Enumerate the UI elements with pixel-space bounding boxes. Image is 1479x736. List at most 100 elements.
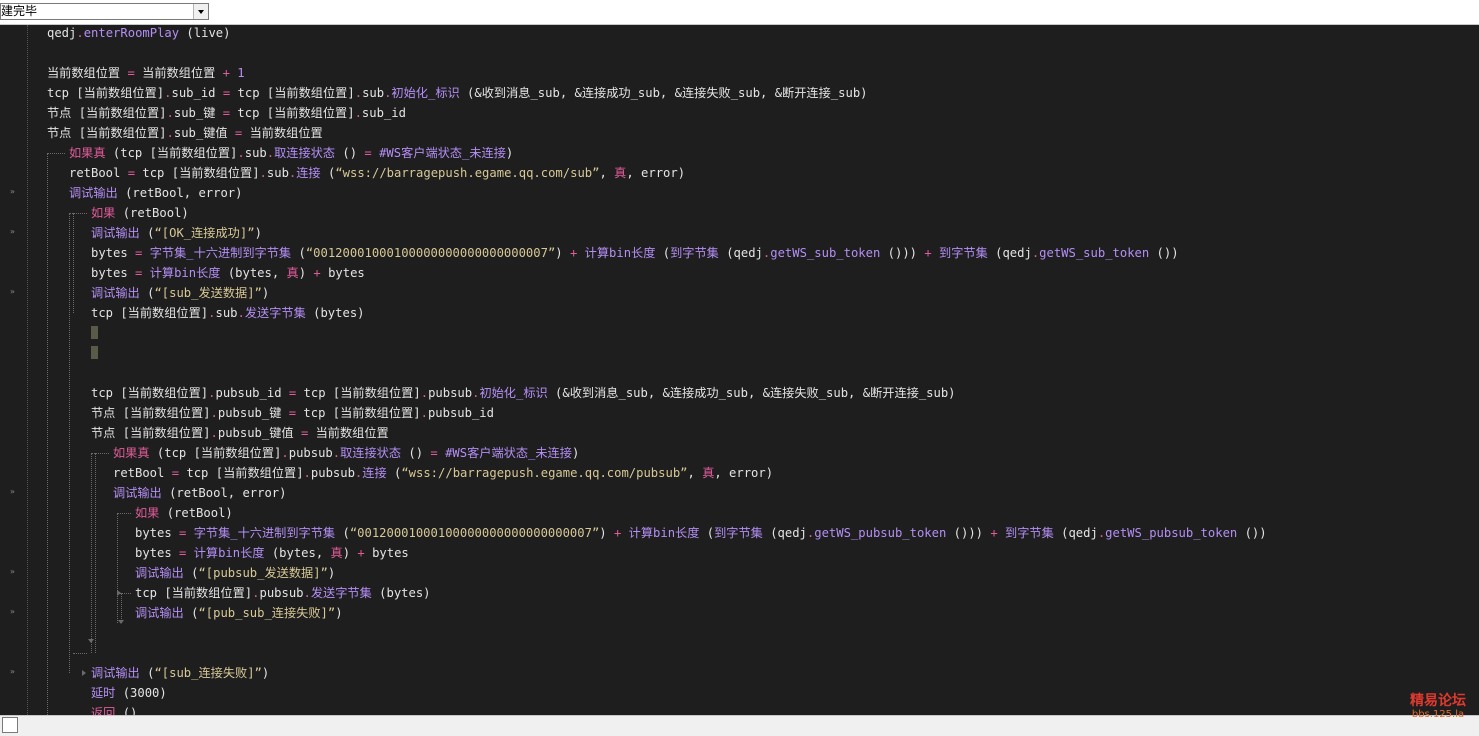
code-line[interactable]: 如果 (retBool) bbox=[91, 203, 189, 223]
code-line[interactable]: bytes = 计算bin长度 (bytes, 真) + bytes bbox=[91, 263, 365, 283]
code-token: tcp [当前数组位置] bbox=[179, 466, 304, 480]
code-line[interactable]: 如果 (retBool) bbox=[135, 503, 233, 523]
code-token: tcp [当前数组位置] bbox=[230, 86, 355, 100]
code-token: . bbox=[166, 106, 174, 120]
code-token: bytes bbox=[135, 526, 180, 540]
code-line[interactable]: 延时 (3000) bbox=[91, 683, 167, 703]
fold-marker-icon[interactable]: » bbox=[10, 568, 18, 576]
code-token: ())) bbox=[880, 246, 925, 260]
code-line[interactable]: 如果真 (tcp [当前数组位置].sub.取连接状态 () = #WS客户端状… bbox=[69, 143, 513, 163]
code-token: 调试输出 bbox=[91, 286, 140, 300]
code-token: . bbox=[354, 106, 362, 120]
code-line[interactable]: tcp [当前数组位置].sub.发送字节集 (bytes) bbox=[91, 303, 365, 323]
fold-marker-icon[interactable]: » bbox=[10, 288, 18, 296]
code-token: tcp [当前数组位置] bbox=[135, 166, 260, 180]
code-token: bytes bbox=[91, 266, 136, 280]
code-token: 发送字节集 bbox=[310, 586, 372, 600]
code-line[interactable]: bytes = 字节集_十六进制到字节集 (“00120001000100000… bbox=[135, 523, 1267, 543]
code-token: 计算bin长度 bbox=[142, 266, 221, 280]
fold-marker-icon[interactable]: » bbox=[10, 668, 18, 676]
code-token: (tcp [当前数组位置] bbox=[149, 446, 282, 460]
code-token: sub_id bbox=[171, 86, 223, 100]
code-token: tcp [当前数组位置] bbox=[230, 106, 355, 120]
code-line[interactable]: 节点 [当前数组位置].sub_键 = tcp [当前数组位置].sub_id bbox=[47, 103, 406, 123]
code-token: 真 bbox=[614, 166, 627, 180]
watermark-title: 精易论坛 bbox=[1410, 693, 1466, 709]
branch-arrow-icon bbox=[118, 620, 124, 624]
code-editor[interactable]: » » » » » » » qedj.enterRoomPlay (live) 当前数组位置 … bbox=[0, 25, 1479, 715]
code-token: sub bbox=[362, 86, 385, 100]
code-token: = bbox=[171, 466, 180, 480]
code-token: = bbox=[364, 146, 372, 160]
code-line[interactable]: retBool = tcp [当前数组位置].pubsub.连接 (“wss:/… bbox=[113, 463, 773, 483]
code-line[interactable]: 返回 () bbox=[91, 703, 137, 715]
code-line[interactable]: 节点 [当前数组位置].pubsub_键 = tcp [当前数组位置].pubs… bbox=[91, 403, 494, 423]
code-token: 如果真 bbox=[69, 146, 106, 160]
code-token: sub bbox=[215, 306, 238, 320]
chevron-down-icon[interactable] bbox=[193, 4, 208, 19]
code-token: (retBool, error) bbox=[117, 186, 243, 200]
code-line[interactable]: retBool = tcp [当前数组位置].sub.连接 (“wss://ba… bbox=[69, 163, 685, 183]
code-token: . bbox=[237, 306, 245, 320]
code-line[interactable]: 节点 [当前数组位置].pubsub_键值 = 当前数组位置 bbox=[91, 423, 389, 443]
procedure-selector-value: 建完毕 bbox=[1, 4, 38, 18]
code-token: pubsub_键 bbox=[217, 406, 289, 420]
code-token: ) bbox=[342, 546, 358, 560]
code-token: 调试输出 bbox=[69, 186, 118, 200]
code-token: ( bbox=[183, 566, 199, 580]
code-line[interactable]: 调试输出 (“[OK_连接成功]”) bbox=[91, 223, 262, 243]
code-line[interactable]: 调试输出 (retBool, error) bbox=[69, 183, 243, 203]
code-token: 字节集_十六进制到字节集 bbox=[186, 526, 336, 540]
code-token: pubsub_id bbox=[427, 406, 494, 420]
watermark-logo: 精易论坛 bbs.125.la bbox=[1402, 693, 1474, 723]
indent-guide bbox=[91, 453, 109, 454]
code-token: (bytes) bbox=[305, 306, 365, 320]
code-token: “wss://barragepush.egame.qq.com/pubsub” bbox=[401, 466, 688, 480]
code-line[interactable]: 当前数组位置 = 当前数组位置 + 1 bbox=[47, 63, 245, 83]
fold-marker-icon[interactable]: » bbox=[10, 488, 18, 496]
code-token: “[OK_连接成功]” bbox=[154, 226, 255, 240]
code-line[interactable]: 调试输出 (“[sub_连接失败]”) bbox=[91, 663, 269, 683]
code-line[interactable]: qedj.enterRoomPlay (live) bbox=[47, 25, 230, 43]
code-line[interactable]: tcp [当前数组位置].sub_id = tcp [当前数组位置].sub.初… bbox=[47, 83, 868, 103]
code-token: #WS客户端状态_未连接 bbox=[437, 446, 572, 460]
fold-marker-icon[interactable]: » bbox=[10, 228, 18, 236]
code-token: ) bbox=[327, 566, 336, 580]
code-token: 1 bbox=[229, 66, 245, 80]
code-token: 调试输出 bbox=[91, 666, 140, 680]
code-line[interactable]: 调试输出 (“[pubsub_发送数据]”) bbox=[135, 563, 335, 583]
code-token: ( bbox=[139, 666, 155, 680]
code-token: retBool bbox=[69, 166, 128, 180]
code-token: , bbox=[599, 166, 615, 180]
scroll-checkbox[interactable] bbox=[2, 717, 18, 733]
fold-marker-icon[interactable]: » bbox=[10, 188, 18, 196]
code-line[interactable]: bytes = 计算bin长度 (bytes, 真) + bytes bbox=[135, 543, 409, 563]
horizontal-scrollbar[interactable] bbox=[0, 715, 1479, 736]
code-token: . bbox=[252, 586, 260, 600]
code-token: pubsub bbox=[259, 586, 304, 600]
code-token: 计算bin长度 bbox=[621, 526, 700, 540]
code-line[interactable]: 调试输出 (retBool, error) bbox=[113, 483, 287, 503]
code-line[interactable]: 节点 [当前数组位置].sub_键值 = 当前数组位置 bbox=[47, 123, 323, 143]
code-token: 取连接状态 bbox=[274, 146, 336, 160]
code-line[interactable]: tcp [当前数组位置].pubsub.发送字节集 (bytes) bbox=[135, 583, 431, 603]
code-line[interactable]: 调试输出 (“[pub_sub_连接失败]”) bbox=[135, 603, 343, 623]
code-token: ()) bbox=[1237, 526, 1267, 540]
code-token: 调试输出 bbox=[113, 486, 162, 500]
code-token: ) bbox=[254, 226, 262, 240]
code-token: ( bbox=[386, 466, 402, 480]
code-line[interactable]: bytes = 字节集_十六进制到字节集 (“00120001000100000… bbox=[91, 243, 1179, 263]
code-token: ) bbox=[571, 446, 580, 460]
code-token: 当前数组位置 bbox=[47, 66, 128, 80]
code-token: (&收到消息_sub, &连接成功_sub, &连接失败_sub, &断开连接_… bbox=[459, 86, 868, 100]
code-token: (retBool, error) bbox=[161, 486, 287, 500]
code-token: 节点 [当前数组位置] bbox=[91, 426, 211, 440]
code-token: = bbox=[127, 66, 135, 80]
code-line[interactable]: tcp [当前数组位置].pubsub_id = tcp [当前数组位置].pu… bbox=[91, 383, 956, 403]
code-line[interactable]: 调试输出 (“[sub_发送数据]”) bbox=[91, 283, 269, 303]
line-gutter: » » » » » » » bbox=[0, 25, 28, 715]
code-token: ()) bbox=[1149, 246, 1179, 260]
code-line[interactable]: 如果真 (tcp [当前数组位置].pubsub.取连接状态 () = #WS客… bbox=[113, 443, 579, 463]
fold-marker-icon[interactable]: » bbox=[10, 608, 18, 616]
procedure-selector[interactable]: 建完毕 bbox=[0, 3, 209, 20]
